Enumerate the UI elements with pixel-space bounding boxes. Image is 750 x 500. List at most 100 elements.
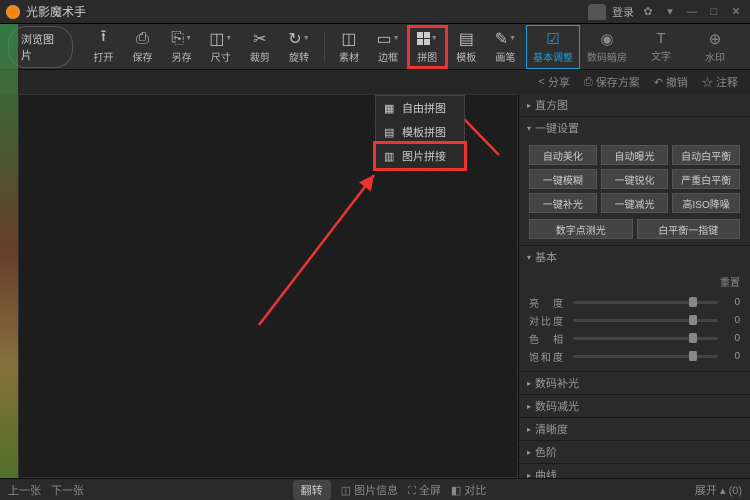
section-clarity[interactable]: ▸清晰度	[519, 418, 750, 440]
brush-icon: ✎▼	[495, 30, 516, 48]
crop-icon: ✂	[253, 30, 266, 48]
app-logo-icon	[6, 5, 20, 19]
tab-basic-adjust[interactable]: ☑基本调整	[526, 25, 580, 69]
tab-text[interactable]: T文字	[634, 25, 688, 69]
chevron-right-icon: ▸	[527, 448, 531, 457]
contrast-slider[interactable]	[573, 319, 718, 322]
collage-dropdown: ▦自由拼图 ▤模板拼图 ▥图片拼接	[375, 95, 465, 169]
hue-slider[interactable]	[573, 337, 718, 340]
dropdown-free-collage[interactable]: ▦自由拼图	[376, 96, 464, 120]
save-icon: ⎙	[136, 30, 149, 48]
material-icon: ◫	[341, 30, 356, 48]
titlebar: 光影魔术手 登录 ✿ ▾ — □ ✕	[0, 0, 750, 24]
template-collage-icon: ▤	[384, 126, 396, 138]
chevron-right-icon: ▸	[527, 402, 531, 411]
main-toolbar: 浏览图片 ⭱打开 ⎙保存 ⎘▼另存 ◫▼尺寸 ✂裁剪 ↻▼旋转 ◫素材 ▭▼边框…	[0, 24, 750, 70]
open-icon: ⭱	[101, 30, 107, 48]
section-basic[interactable]: ▾基本	[519, 246, 750, 268]
compare-button[interactable]: ◧ 对比	[451, 482, 486, 498]
dropdown-template-collage[interactable]: ▤模板拼图	[376, 120, 464, 144]
tool-material[interactable]: ◫素材	[330, 27, 367, 67]
app-title: 光影魔术手	[26, 3, 588, 20]
slider-contrast: 对比度0	[529, 311, 740, 329]
undo-button[interactable]: ↶ 撤销	[654, 74, 688, 90]
preset-heavy-wb[interactable]: 严重白平衡	[672, 169, 740, 189]
share-button[interactable]: < 分享	[538, 74, 569, 90]
adjust-icon: ☑	[546, 30, 559, 48]
menu-icon[interactable]: ▾	[662, 4, 678, 20]
tool-crop[interactable]: ✂裁剪	[241, 27, 278, 67]
collage-icon: ▼	[417, 30, 438, 48]
template-icon: ▤	[459, 30, 474, 48]
preset-auto-exposure[interactable]: 自动曝光	[601, 145, 669, 165]
tool-saveas[interactable]: ⎘▼另存	[163, 27, 200, 67]
section-fill-light[interactable]: ▸数码补光	[519, 372, 750, 394]
dropdown-image-stitch[interactable]: ▥图片拼接	[376, 144, 464, 168]
tool-rotate[interactable]: ↻▼旋转	[280, 27, 317, 67]
section-oneclick[interactable]: ▾一键设置	[519, 117, 750, 139]
tab-watermark[interactable]: ⊕水印	[688, 25, 742, 69]
preset-fill-light[interactable]: 一键补光	[529, 193, 597, 213]
section-histogram[interactable]: ▸直方图	[519, 94, 750, 116]
rotate-icon: ↻▼	[288, 30, 309, 48]
user-icon[interactable]	[588, 4, 606, 20]
right-tabs: ☑基本调整 ◉数码暗房 T文字 ⊕水印	[526, 25, 742, 69]
brightness-slider[interactable]	[573, 301, 718, 304]
section-curves[interactable]: ▸曲线	[519, 464, 750, 478]
thumbnail-strip[interactable]	[0, 24, 18, 478]
comment-button[interactable]: ☆ 注释	[702, 74, 738, 90]
preset-auto-wb[interactable]: 自动白平衡	[672, 145, 740, 165]
preset-wb-picker[interactable]: 白平衡一指键	[637, 219, 741, 239]
slider-brightness: 亮 度0	[529, 293, 740, 311]
side-panel: ▸直方图 ▾一键设置 自动美化 自动曝光 自动白平衡 一键模糊 一键锐化 严重白…	[518, 94, 750, 478]
toolbar-separator	[324, 32, 325, 62]
close-icon[interactable]: ✕	[728, 4, 744, 20]
flip-button[interactable]: 翻转	[293, 480, 331, 500]
free-collage-icon: ▦	[384, 102, 396, 114]
camera-icon: ◉	[600, 30, 613, 48]
slider-hue: 色 相0	[529, 329, 740, 347]
saveas-icon: ⎘▼	[171, 30, 192, 48]
expand-button[interactable]: 展开 ▴ (0)	[695, 482, 742, 498]
fullscreen-button[interactable]: ⛶ 全屏	[408, 482, 441, 498]
border-icon: ▭▼	[377, 30, 400, 48]
login-link[interactable]: 登录	[612, 4, 634, 20]
chevron-right-icon: ▸	[527, 101, 531, 110]
preset-grid: 自动美化 自动曝光 自动白平衡 一键模糊 一键锐化 严重白平衡 一键补光 一键减…	[529, 145, 740, 213]
chevron-right-icon: ▸	[527, 379, 531, 388]
reset-button[interactable]: 重置	[529, 274, 740, 289]
skin-icon[interactable]: ✿	[640, 4, 656, 20]
chevron-right-icon: ▸	[527, 471, 531, 479]
size-icon: ◫▼	[209, 30, 232, 48]
prev-image-button[interactable]: 上一张	[8, 482, 41, 498]
chevron-down-icon: ▾	[527, 253, 531, 262]
preset-sharpen[interactable]: 一键锐化	[601, 169, 669, 189]
chevron-down-icon: ▾	[527, 124, 531, 133]
image-info-button[interactable]: ◫ 图片信息	[341, 482, 398, 498]
tool-template[interactable]: ▤模板	[448, 27, 485, 67]
tool-border[interactable]: ▭▼边框	[370, 27, 407, 67]
maximize-icon[interactable]: □	[706, 4, 722, 20]
preset-spot-meter[interactable]: 数字点测光	[529, 219, 633, 239]
tab-darkroom[interactable]: ◉数码暗房	[580, 25, 634, 69]
tool-collage[interactable]: ▼拼图	[409, 27, 446, 67]
section-levels[interactable]: ▸色阶	[519, 441, 750, 463]
canvas[interactable]: ▦自由拼图 ▤模板拼图 ▥图片拼接	[18, 94, 518, 478]
slider-saturation: 饱和度0	[529, 347, 740, 365]
minimize-icon[interactable]: —	[684, 4, 700, 20]
tool-brush[interactable]: ✎▼画笔	[487, 27, 524, 67]
preset-auto-beautify[interactable]: 自动美化	[529, 145, 597, 165]
preset-blur[interactable]: 一键模糊	[529, 169, 597, 189]
tool-open[interactable]: ⭱打开	[85, 27, 122, 67]
save-scheme-button[interactable]: ⎙ 保存方案	[584, 74, 640, 90]
tool-save[interactable]: ⎙保存	[124, 27, 161, 67]
section-reduce-light[interactable]: ▸数码减光	[519, 395, 750, 417]
chevron-right-icon: ▸	[527, 425, 531, 434]
next-image-button[interactable]: 下一张	[51, 482, 84, 498]
statusbar: 上一张 下一张 翻转 ◫ 图片信息 ⛶ 全屏 ◧ 对比 展开 ▴ (0)	[0, 478, 750, 500]
preset-iso-nr[interactable]: 高ISO降噪	[672, 193, 740, 213]
saturation-slider[interactable]	[573, 355, 718, 358]
preset-reduce-light[interactable]: 一键减光	[601, 193, 669, 213]
text-icon: T	[656, 30, 665, 47]
tool-size[interactable]: ◫▼尺寸	[202, 27, 239, 67]
